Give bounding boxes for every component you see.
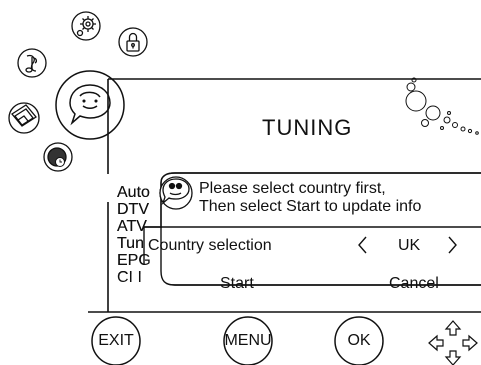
menu-item-ci-visible[interactable]: CI I xyxy=(117,269,161,274)
country-left-arrow[interactable] xyxy=(358,236,367,254)
menu-item-atv-visible[interactable]: ATV xyxy=(117,218,161,235)
menu-visible-slice: Auto DTV ATV Tun EPG CI I xyxy=(117,184,161,274)
country-right-arrow[interactable] xyxy=(448,236,457,254)
menu-item-tuning-visible[interactable]: Tun xyxy=(117,235,161,252)
menu-item-auto-visible[interactable]: Auto xyxy=(117,184,161,201)
mascot-face-icon xyxy=(159,176,193,210)
menu-item-epg-visible[interactable]: EPG xyxy=(117,252,161,269)
menu-item-dtv-visible[interactable]: DTV xyxy=(117,201,161,218)
dialog-overlay-lines xyxy=(143,172,481,286)
